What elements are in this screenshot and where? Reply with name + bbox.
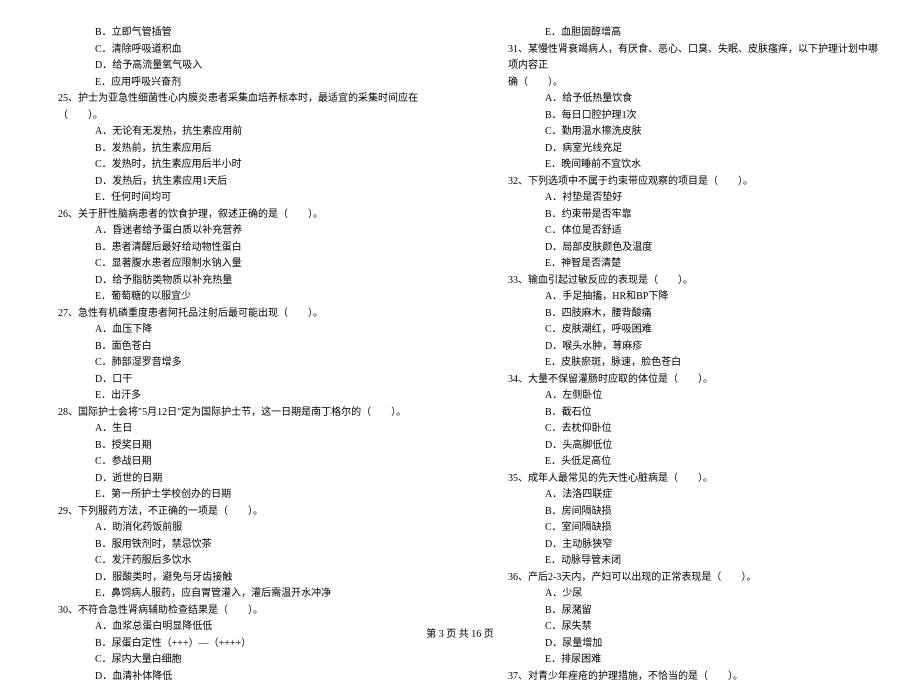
option: D．局部皮肤颜色及温度	[490, 240, 880, 257]
option: B．约束带是否牢靠	[490, 207, 880, 224]
option: C．勤用温水擦洗皮肤	[490, 124, 880, 141]
option: B．面色苍白	[40, 339, 430, 356]
option: E．皮肤瘀斑，脉速，脸色苍白	[490, 355, 880, 372]
option: C．室间隔缺损	[490, 520, 880, 537]
option: D．病室光线充足	[490, 141, 880, 158]
option: B．服用铁剂时，禁忌饮茶	[40, 537, 430, 554]
option: C．去枕仰卧位	[490, 421, 880, 438]
question-31: 31、某慢性肾衰竭病人，有厌食、恶心、口臭、失眠、皮肤瘙痒，以下护理计划中哪项内…	[490, 42, 880, 75]
option: E．动脉导管未闭	[490, 553, 880, 570]
question-32: 32、下列选项中不属于约束带应观察的项目是（ ）。	[490, 174, 880, 191]
option: D．头高脚低位	[490, 438, 880, 455]
option: B．房间隔缺损	[490, 504, 880, 521]
option: D．口干	[40, 372, 430, 389]
option: A．衬垫是否垫好	[490, 190, 880, 207]
option: C．皮肤潮红，呼吸困难	[490, 322, 880, 339]
option: B．尿潴留	[490, 603, 880, 620]
option: E．葡萄糖的以服宜少	[40, 289, 430, 306]
question-25: 25、护士为亚急性细菌性心内膜炎患者采集血培养标本时，最适宜的采集时间应在（ ）…	[40, 91, 430, 124]
option: E．第一所护士学校创办的日期	[40, 487, 430, 504]
left-column: B．立即气管插管 C．清除呼吸道积血 D．给予高流量氧气吸入 E．应用呼吸兴奋剂…	[40, 25, 430, 685]
option: C．肺部湿罗音增多	[40, 355, 430, 372]
option: A．昏迷者给予蛋白质以补充营养	[40, 223, 430, 240]
option: A．生日	[40, 421, 430, 438]
option: E．鼻饲病人服药，应自胃管灌入，灌后需温开水冲净	[40, 586, 430, 603]
question-36: 36、产后2-3天内，产妇可以出现的正常表现是（ ）。	[490, 570, 880, 587]
right-column: E．血胆固醇增高 31、某慢性肾衰竭病人，有厌食、恶心、口臭、失眠、皮肤瘙痒，以…	[490, 25, 880, 685]
option: C．尿内大量白细胞	[40, 652, 430, 669]
option: D．逝世的日期	[40, 471, 430, 488]
question-27: 27、急性有机磷重度患者阿托品注射后最可能出现（ ）。	[40, 306, 430, 323]
option: E．任何时间均可	[40, 190, 430, 207]
option: C．显著腹水患者应限制水钠入量	[40, 256, 430, 273]
pre-option: D．给予高流量氧气吸入	[40, 58, 430, 75]
option: A．左侧卧位	[490, 388, 880, 405]
question-35: 35、成年人最常见的先天性心脏病是（ ）。	[490, 471, 880, 488]
pre-option: E．应用呼吸兴奋剂	[40, 75, 430, 92]
option: E．出汗多	[40, 388, 430, 405]
option: A．法洛四联症	[490, 487, 880, 504]
pre-option: C．清除呼吸道积血	[40, 42, 430, 59]
question-31-cont: 确（ ）。	[490, 75, 880, 92]
option: B．授奖日期	[40, 438, 430, 455]
option: B．每日口腔护理1次	[490, 108, 880, 125]
option: C．发热时，抗生素应用后半小时	[40, 157, 430, 174]
option: D．喉头水肿，荨麻疹	[490, 339, 880, 356]
option: C．发汗药服后多饮水	[40, 553, 430, 570]
option: A．无论有无发热，抗生素应用前	[40, 124, 430, 141]
option: A．助消化药饭前服	[40, 520, 430, 537]
option: A．血压下降	[40, 322, 430, 339]
option: E．晚间睡前不宜饮水	[490, 157, 880, 174]
question-34: 34、大量不保留灌肠时应取的体位是（ ）。	[490, 372, 880, 389]
page-container: B．立即气管插管 C．清除呼吸道积血 D．给予高流量氧气吸入 E．应用呼吸兴奋剂…	[0, 0, 920, 695]
option: A．手足抽搐，HR和BP下降	[490, 289, 880, 306]
option: B．发热前，抗生素应用后	[40, 141, 430, 158]
option: A．给予低热量饮食	[490, 91, 880, 108]
option: D．发热后，抗生素应用1天后	[40, 174, 430, 191]
option: C．体位是否舒适	[490, 223, 880, 240]
question-29: 29、下列服药方法，不正确的一项是（ ）。	[40, 504, 430, 521]
question-26: 26、关于肝性脑病患者的饮食护理，叙述正确的是（ ）。	[40, 207, 430, 224]
question-33: 33、输血引起过敏反应的表现是（ ）。	[490, 273, 880, 290]
option: D．主动脉狭窄	[490, 537, 880, 554]
option: B．四肢麻木，腰背酸痛	[490, 306, 880, 323]
pre-option: B．立即气管插管	[40, 25, 430, 42]
option: B．截石位	[490, 405, 880, 422]
option: E．神智是否清楚	[490, 256, 880, 273]
question-28: 28、国际护士会将"5月12日"定为国际护士节，这一日期是南丁格尔的（ ）。	[40, 405, 430, 422]
question-30: 30、不符合急性肾病辅助检查结果是（ ）。	[40, 603, 430, 620]
option: A．少尿	[490, 586, 880, 603]
option: C．参战日期	[40, 454, 430, 471]
question-37: 37、对青少年痤疮的护理措施，不恰当的是（ ）。	[490, 669, 880, 686]
pre-option: E．血胆固醇增高	[490, 25, 880, 42]
option: B．患者清醒后最好给动物性蛋白	[40, 240, 430, 257]
option: E．排尿困难	[490, 652, 880, 669]
option: E．头低足高位	[490, 454, 880, 471]
page-footer: 第 3 页 共 16 页	[0, 625, 920, 640]
option: D．给予脂肪类物质以补充热量	[40, 273, 430, 290]
option: D．血清补体降低	[40, 669, 430, 686]
option: D．服酸类时，避免与牙齿接触	[40, 570, 430, 587]
